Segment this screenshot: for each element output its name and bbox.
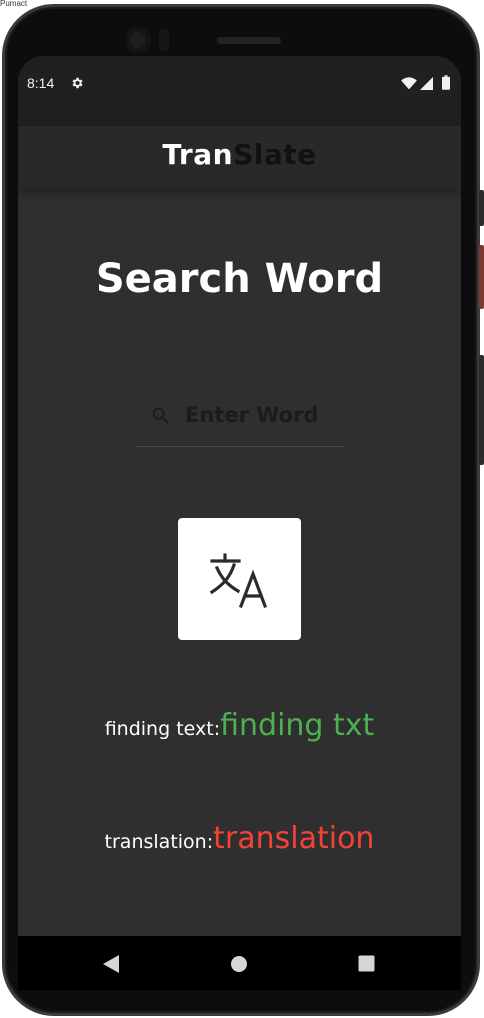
home-icon[interactable] xyxy=(230,955,248,973)
earpiece-speaker xyxy=(217,37,281,44)
finding-row: finding text:finding txt xyxy=(18,708,461,743)
gear-icon xyxy=(72,77,83,89)
app-title-part1: Tran xyxy=(162,138,234,171)
finding-label: finding text: xyxy=(104,718,221,740)
status-time: 8:14 xyxy=(27,75,55,91)
translate-icon xyxy=(209,553,268,608)
side-button-upper[interactable] xyxy=(479,190,484,226)
finding-value: finding txt xyxy=(220,708,375,743)
volume-button[interactable] xyxy=(479,355,484,465)
signal-icon xyxy=(420,77,433,90)
search-input[interactable] xyxy=(185,397,340,433)
app-title-part2: Slate xyxy=(233,138,317,171)
search-field[interactable] xyxy=(135,389,344,447)
page-title: Search Word xyxy=(95,256,384,302)
power-button[interactable] xyxy=(479,245,484,309)
translate-button[interactable] xyxy=(178,518,301,640)
translation-label: translation: xyxy=(104,831,214,853)
status-bar: 8:14 xyxy=(18,56,461,126)
battery-icon xyxy=(442,75,450,90)
app-title: TranSlate xyxy=(162,138,316,171)
recents-icon[interactable] xyxy=(358,955,375,972)
back-icon[interactable] xyxy=(102,954,120,974)
app-bar: TranSlate xyxy=(18,126,461,189)
system-nav-bar xyxy=(18,936,461,990)
translation-value: translation xyxy=(213,821,375,856)
search-icon xyxy=(152,407,169,424)
app-screen: 8:14 TranSlate Search Word Enter Word fi… xyxy=(18,56,461,990)
wifi-icon xyxy=(401,77,417,90)
front-camera xyxy=(125,27,151,53)
proximity-sensor xyxy=(159,29,169,51)
translation-row: translation:translation xyxy=(18,821,461,856)
